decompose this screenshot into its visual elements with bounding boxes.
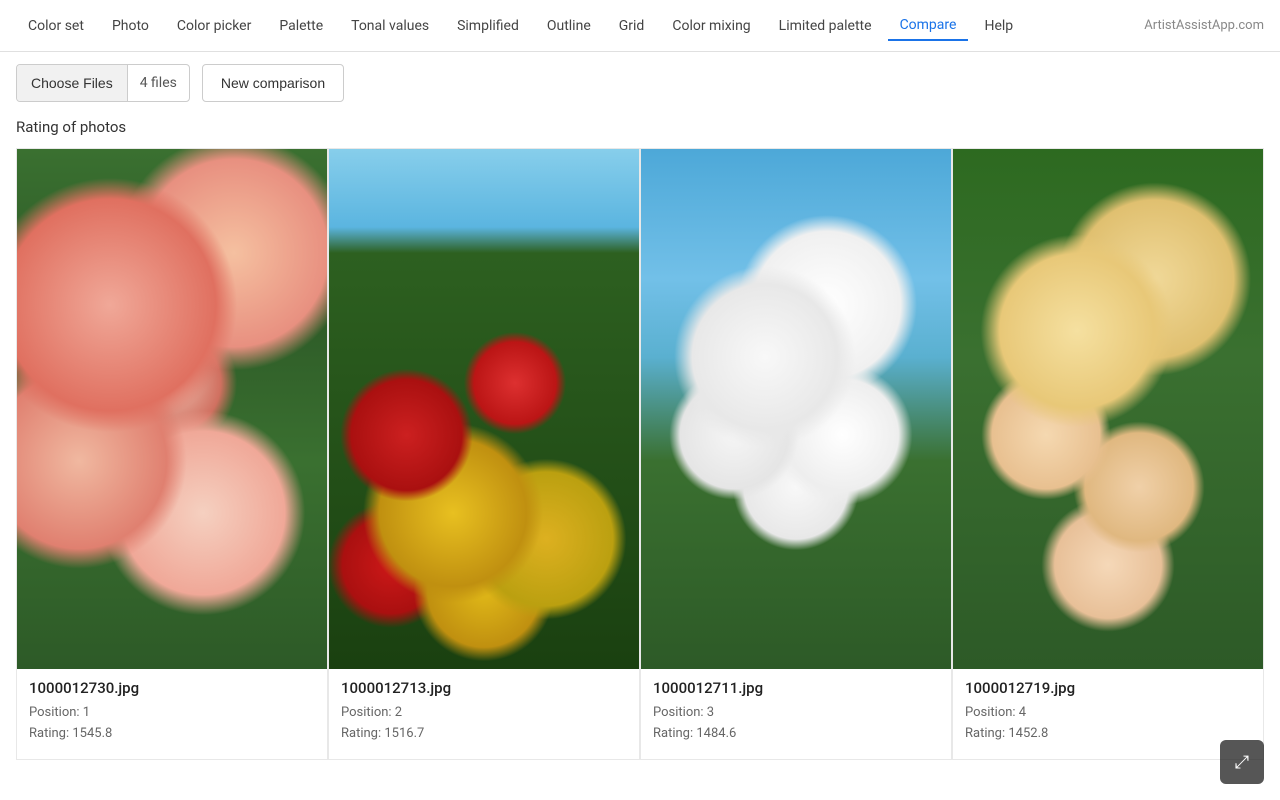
photo-info-4: 1000012719.jpg Position: 4Rating: 1452.8 [953, 669, 1263, 759]
nav-item-tonal-values[interactable]: Tonal values [339, 12, 441, 40]
section-title: Rating of photos [0, 114, 1280, 148]
photo-meta-3: Position: 3Rating: 1484.6 [653, 703, 939, 745]
photo-info-3: 1000012711.jpg Position: 3Rating: 1484.6 [641, 669, 951, 759]
nav-item-color-mixing[interactable]: Color mixing [660, 12, 762, 40]
photo-card-1[interactable]: 1000012730.jpg Position: 1Rating: 1545.8 [16, 148, 328, 760]
file-count-label: 4 files [128, 75, 189, 91]
nav-item-color-set[interactable]: Color set [16, 12, 96, 40]
toolbar: Choose Files 4 files New comparison [0, 52, 1280, 114]
photo-card-2[interactable]: 1000012713.jpg Position: 2Rating: 1516.7 [328, 148, 640, 760]
photo-filename-2: 1000012713.jpg [341, 679, 627, 697]
photo-image-1 [17, 149, 327, 669]
photo-meta-1: Position: 1Rating: 1545.8 [29, 703, 315, 745]
photo-grid: 1000012730.jpgPosition: 1Rating: 1545.81… [0, 148, 1280, 760]
new-comparison-button[interactable]: New comparison [202, 64, 344, 102]
fullscreen-button[interactable]: ⤢ [1220, 740, 1264, 784]
photo-image-3 [641, 149, 951, 669]
photo-image-2 [329, 149, 639, 669]
file-input-wrapper: Choose Files 4 files [16, 64, 190, 102]
nav-item-simplified[interactable]: Simplified [445, 12, 531, 40]
navbar: Color setPhotoColor pickerPaletteTonal v… [0, 0, 1280, 52]
nav-item-color-picker[interactable]: Color picker [165, 12, 263, 40]
nav-item-palette[interactable]: Palette [267, 12, 335, 40]
photo-meta-2: Position: 2Rating: 1516.7 [341, 703, 627, 745]
nav-item-grid[interactable]: Grid [607, 12, 657, 40]
photo-filename-3: 1000012711.jpg [653, 679, 939, 697]
nav-logo: ArtistAssistApp.com [1144, 18, 1264, 33]
photo-meta-4: Position: 4Rating: 1452.8 [965, 703, 1251, 745]
nav-item-outline[interactable]: Outline [535, 12, 603, 40]
choose-files-button[interactable]: Choose Files [17, 65, 128, 101]
nav-item-compare[interactable]: Compare [888, 11, 969, 41]
photo-card-4[interactable]: 1000012719.jpg Position: 4Rating: 1452.8 [952, 148, 1264, 760]
photo-card-3[interactable]: 1000012711.jpg Position: 3Rating: 1484.6 [640, 148, 952, 760]
nav-item-photo[interactable]: Photo [100, 12, 161, 40]
nav-item-limited-palette[interactable]: Limited palette [767, 12, 884, 40]
photo-filename-4: 1000012719.jpg [965, 679, 1251, 697]
photo-filename-1: 1000012730.jpg [29, 679, 315, 697]
photo-info-1: 1000012730.jpg Position: 1Rating: 1545.8 [17, 669, 327, 759]
photo-info-2: 1000012713.jpg Position: 2Rating: 1516.7 [329, 669, 639, 759]
photo-image-4 [953, 149, 1263, 669]
nav-item-help[interactable]: Help [972, 12, 1025, 40]
